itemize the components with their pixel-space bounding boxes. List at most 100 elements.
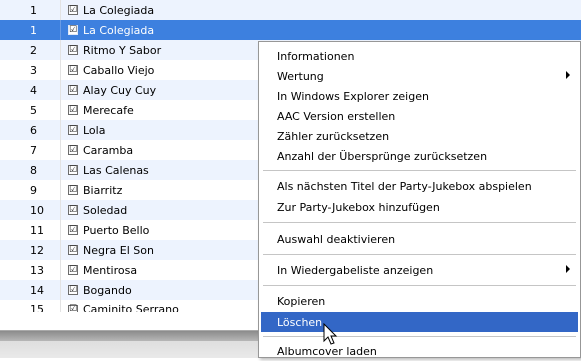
checkbox[interactable]: ☑ (68, 304, 78, 312)
menu-item-label: Kopieren (277, 294, 326, 308)
checkbox[interactable]: ☑ (68, 185, 78, 195)
track-title: Ritmo Y Sabor (83, 43, 162, 57)
column-divider (60, 280, 61, 300)
mouse-cursor-icon (323, 323, 338, 345)
column-divider (60, 140, 61, 160)
menu-item-deselect[interactable]: Auswahl deaktivieren (261, 229, 578, 249)
menu-item-reset-count[interactable]: Zähler zurücksetzen (261, 126, 578, 146)
track-title: Soledad (83, 203, 128, 217)
checkbox[interactable]: ☑ (68, 225, 78, 235)
menu-item-label: Als nächsten Titel der Party-Jukebox abs… (277, 179, 532, 193)
column-divider (60, 120, 61, 140)
menu-item-create-aac[interactable]: AAC Version erstellen (261, 106, 578, 126)
track-number: 14 (30, 283, 44, 297)
track-number: 4 (30, 83, 37, 97)
track-title: Bogando (83, 283, 132, 297)
menu-separator (263, 285, 576, 286)
checkbox[interactable]: ☑ (68, 165, 78, 175)
menu-separator (263, 336, 576, 337)
checkbox[interactable]: ☑ (68, 265, 78, 275)
checkbox[interactable]: ☑ (68, 245, 78, 255)
column-divider (60, 160, 61, 180)
track-number: 5 (30, 103, 37, 117)
track-title: Caminito Serrano (83, 303, 179, 312)
menu-item-reset-skips[interactable]: Anzahl der Übersprünge zurücksetzen (261, 146, 578, 166)
menu-item-label: AAC Version erstellen (277, 109, 396, 123)
column-divider (60, 100, 61, 120)
menu-separator (263, 254, 576, 255)
menu-item-label: Auswahl deaktivieren (277, 232, 396, 246)
column-divider (60, 180, 61, 200)
menu-item-informationen[interactable]: Informationen (261, 46, 578, 66)
track-title: Merecafe (83, 103, 134, 117)
column-divider (60, 0, 61, 20)
checkbox[interactable]: ☑ (68, 85, 78, 95)
track-number: 1 (30, 23, 37, 37)
track-number: 11 (30, 223, 44, 237)
submenu-arrow-icon (566, 265, 570, 273)
track-title: Negra El Son (83, 243, 154, 257)
track-number: 6 (30, 123, 37, 137)
track-number: 2 (30, 43, 37, 57)
menu-separator (263, 222, 576, 223)
context-menu: Informationen Wertung In Windows Explore… (258, 41, 581, 358)
column-divider (60, 80, 61, 100)
track-number: 9 (30, 183, 37, 197)
menu-item-label: In Windows Explorer zeigen (277, 89, 429, 103)
menu-item-wertung[interactable]: Wertung (261, 66, 578, 86)
column-divider (60, 20, 61, 40)
track-title: Mentirosa (83, 263, 138, 277)
menu-item-show-in-playlist[interactable]: In Wiedergabeliste anzeigen (261, 260, 578, 280)
menu-item-play-next-jukebox[interactable]: Als nächsten Titel der Party-Jukebox abs… (261, 176, 578, 196)
menu-item-add-to-jukebox[interactable]: Zur Party-Jukebox hinzufügen (261, 197, 578, 217)
menu-item-copy[interactable]: Kopieren (261, 291, 578, 311)
menu-item-label: Informationen (277, 49, 355, 63)
checkbox[interactable]: ☑ (68, 105, 78, 115)
track-title: Caballo Viejo (83, 63, 155, 77)
track-number: 10 (30, 203, 44, 217)
track-number: 15 (30, 303, 44, 312)
menu-item-label: Zähler zurücksetzen (277, 129, 390, 143)
column-divider (60, 220, 61, 240)
checkbox[interactable]: ☑ (68, 285, 78, 295)
menu-item-show-in-explorer[interactable]: In Windows Explorer zeigen (261, 86, 578, 106)
menu-item-load-album-cover[interactable]: Albumcover laden (261, 341, 578, 361)
menu-separator (263, 170, 576, 171)
checkbox[interactable]: ☑ (68, 125, 78, 135)
menu-item-label: In Wiedergabeliste anzeigen (277, 263, 434, 277)
table-row[interactable]: 1 ☑ La Colegiada (0, 0, 581, 20)
column-divider (60, 200, 61, 220)
checkbox[interactable]: ☑ (68, 145, 78, 155)
menu-item-label: Wertung (277, 69, 324, 83)
track-title: Las Calenas (83, 163, 149, 177)
track-title: Lola (83, 123, 106, 137)
track-title: La Colegiada (83, 23, 155, 37)
table-row-selected[interactable]: 1 ☑ La Colegiada (0, 20, 581, 40)
track-number: 7 (30, 143, 37, 157)
column-divider (60, 260, 61, 280)
track-title: Puerto Bello (83, 223, 150, 237)
column-divider (60, 240, 61, 260)
track-title: La Colegiada (83, 3, 155, 17)
checkbox[interactable]: ☑ (68, 5, 78, 15)
column-divider (60, 60, 61, 80)
track-number: 8 (30, 163, 37, 177)
track-number: 1 (30, 3, 37, 17)
menu-item-delete[interactable]: Löschen (261, 312, 578, 332)
column-divider (60, 40, 61, 60)
track-title: Alay Cuy Cuy (83, 83, 157, 97)
track-title: Caramba (83, 143, 134, 157)
track-number: 13 (30, 263, 44, 277)
checkbox[interactable]: ☑ (68, 205, 78, 215)
column-divider (60, 300, 61, 312)
checkbox[interactable]: ☑ (68, 65, 78, 75)
checkbox[interactable]: ☑ (68, 25, 78, 35)
track-number: 3 (30, 63, 37, 77)
menu-item-label: Löschen (277, 315, 323, 329)
menu-item-label: Zur Party-Jukebox hinzufügen (277, 200, 440, 214)
menu-item-label: Anzahl der Übersprünge zurücksetzen (277, 149, 488, 163)
track-number: 12 (30, 243, 44, 257)
submenu-arrow-icon (566, 71, 570, 79)
track-title: Biarritz (83, 183, 123, 197)
checkbox[interactable]: ☑ (68, 45, 78, 55)
